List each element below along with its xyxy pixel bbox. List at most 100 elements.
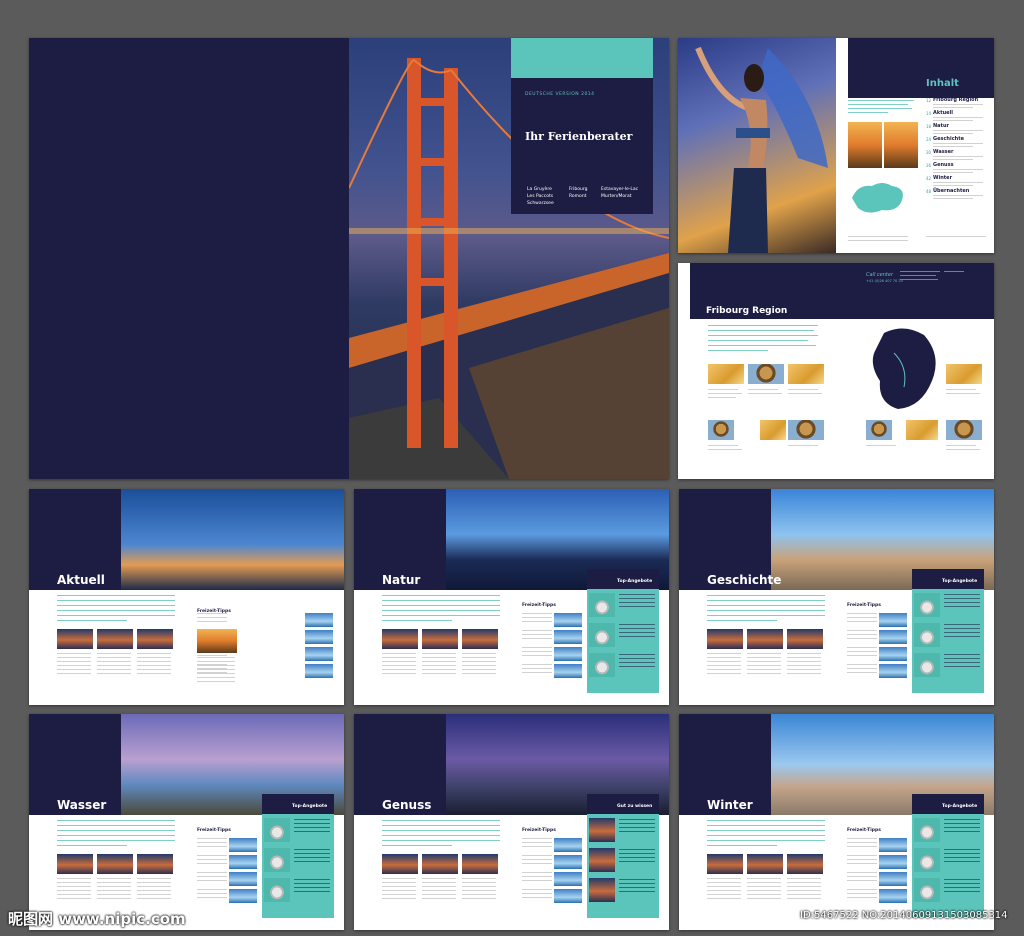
section-thumbnail xyxy=(382,854,418,874)
sidebar-photo xyxy=(914,653,940,677)
freizeit-thumbnail xyxy=(229,889,257,903)
freizeit-tipps-heading: Freizeit-Tipps xyxy=(522,603,556,608)
inhalt-item-number: 42 xyxy=(926,176,932,181)
region-spread: Fribourg Region Call center +41 (0)26 40… xyxy=(678,263,994,479)
region-title: Fribourg Region xyxy=(706,306,788,316)
section-spread-wasser: Wasser Freizeit-Tipps Top-Angebote xyxy=(29,714,344,930)
sidebar-photo xyxy=(914,848,940,872)
inhalt-item-number: 48 xyxy=(926,189,932,194)
inhalt-item-label: Genuss xyxy=(933,162,954,168)
region-photo-8 xyxy=(866,420,892,440)
sidebar-photo xyxy=(589,818,615,842)
section-spread-geschichte: Geschichte Freizeit-Tipps Top-Angebote xyxy=(679,489,994,705)
sidebar-title: Gut zu wissen xyxy=(617,804,653,809)
section-thumbnail xyxy=(747,854,783,874)
region-photo-9 xyxy=(906,420,938,440)
section-thumbnail xyxy=(787,854,823,874)
freizeit-thumbnail xyxy=(554,613,582,627)
section-spread-natur: Natur Freizeit-Tipps Top-Angebote xyxy=(354,489,669,705)
sidebar-photo xyxy=(264,818,290,842)
sidebar-header: Gut zu wissen xyxy=(587,794,659,814)
cover-title: Ihr Ferienberater xyxy=(525,130,633,143)
sidebar-photo xyxy=(264,848,290,872)
sidebar-photo xyxy=(264,878,290,902)
watermark-right: ID:5467522 NO:20140609131503085314 xyxy=(800,910,1008,921)
swiss-map xyxy=(848,178,908,222)
section-spread-genuss: Genuss Freizeit-Tipps Gut zu wissen xyxy=(354,714,669,930)
freizeit-thumbnail xyxy=(229,855,257,869)
inhalt-item: 36 Genuss xyxy=(926,162,990,175)
freizeit-thumbnail xyxy=(554,889,582,903)
inhalt-item-number: 14 xyxy=(926,111,932,116)
inhalt-photo-2 xyxy=(884,122,918,168)
section-hero-photo xyxy=(121,489,344,590)
section-spread-winter: Winter Freizeit-Tipps Top-Angebote xyxy=(679,714,994,930)
region-photo-1 xyxy=(708,364,744,384)
inhalt-item: 48 Übernachten xyxy=(926,188,990,201)
section-title: Genuss xyxy=(382,798,432,812)
inhalt-spread: Inhalt 12 Fribourg Region 14 Aktuell 18 Natur… xyxy=(678,38,994,253)
region-photo-2 xyxy=(748,364,784,384)
inhalt-item: 24 Geschichte xyxy=(926,136,990,149)
freizeit-tipps-heading: Freizeit-Tipps xyxy=(847,828,881,833)
inhalt-item-label: Natur xyxy=(933,123,949,129)
sidebar-header: Top-Angebote xyxy=(912,794,984,814)
region-photo-7 xyxy=(788,420,824,440)
sidebar-title: Top-Angebote xyxy=(942,804,978,809)
sidebar-title: Top-Angebote xyxy=(942,579,978,584)
call-center-number: +41 (0)26 407 70 20 xyxy=(866,279,903,283)
freizeit-thumbnail xyxy=(879,838,907,852)
freizeit-thumbnail xyxy=(305,630,333,644)
sidebar-photo xyxy=(589,878,615,902)
freizeit-tipps-heading: Freizeit-Tipps xyxy=(522,828,556,833)
section-thumbnail xyxy=(707,629,743,649)
dancer-illustration xyxy=(695,46,828,253)
freizeit-tipps-heading: Freizeit-Tipps xyxy=(197,828,231,833)
sidebar-photo xyxy=(589,623,615,647)
sidebar-photo xyxy=(589,848,615,872)
cover-towns-1: La Gruyère Les Paccots Schwarzsee xyxy=(527,187,554,206)
section-title: Aktuell xyxy=(57,573,105,587)
inhalt-item-number: 36 xyxy=(926,163,932,168)
freizeit-thumbnail xyxy=(305,613,333,627)
section-thumbnail xyxy=(422,629,458,649)
freizeit-thumbnail xyxy=(879,613,907,627)
inhalt-header xyxy=(848,38,994,98)
section-thumbnail xyxy=(422,854,458,874)
freizeit-thumbnail xyxy=(879,855,907,869)
freizeit-thumbnail xyxy=(305,664,333,678)
watermark-left: 昵图网 www.nipic.com xyxy=(8,910,186,928)
inhalt-item: 12 Fribourg Region xyxy=(926,97,990,110)
section-title: Winter xyxy=(707,798,753,812)
section-title: Natur xyxy=(382,573,421,587)
inhalt-photo-1 xyxy=(848,122,882,168)
dancer-photo xyxy=(678,38,836,253)
freizeit-thumbnail xyxy=(229,838,257,852)
inhalt-item-label: Wasser xyxy=(933,149,954,155)
section-spread-aktuell: Aktuell Freizeit-Tipps xyxy=(29,489,344,705)
freizeit-thumbnail xyxy=(229,872,257,886)
inhalt-item: 42 Winter xyxy=(926,175,990,188)
section-thumbnail xyxy=(382,629,418,649)
cover-towns-3: Estavayer-le-Lac Murten/Morat xyxy=(601,187,639,199)
sidebar-photo xyxy=(914,593,940,617)
freizeit-thumbnail xyxy=(879,664,907,678)
section-thumbnail xyxy=(97,629,133,649)
freizeit-thumbnail xyxy=(879,647,907,661)
freizeit-tipps-heading: Freizeit-Tipps xyxy=(847,603,881,608)
region-photo-4 xyxy=(946,364,982,384)
sidebar-photo xyxy=(589,593,615,617)
sidebar-photo xyxy=(914,878,940,902)
freizeit-thumbnail xyxy=(879,872,907,886)
region-photo-5 xyxy=(708,420,734,440)
inhalt-item: 14 Aktuell xyxy=(926,110,990,123)
freizeit-thumbnail xyxy=(879,889,907,903)
freizeit-thumbnail xyxy=(554,872,582,886)
inhalt-item-label: Fribourg Region xyxy=(933,97,979,103)
cover-spread: DEUTSCHE VERSION 2014 Ihr Ferienberater … xyxy=(29,38,669,479)
freizeit-thumbnail xyxy=(554,855,582,869)
freizeit-thumbnail xyxy=(305,647,333,661)
cover-title-accent xyxy=(511,38,653,78)
section-thumbnail xyxy=(197,629,237,653)
freizeit-thumbnail xyxy=(554,647,582,661)
